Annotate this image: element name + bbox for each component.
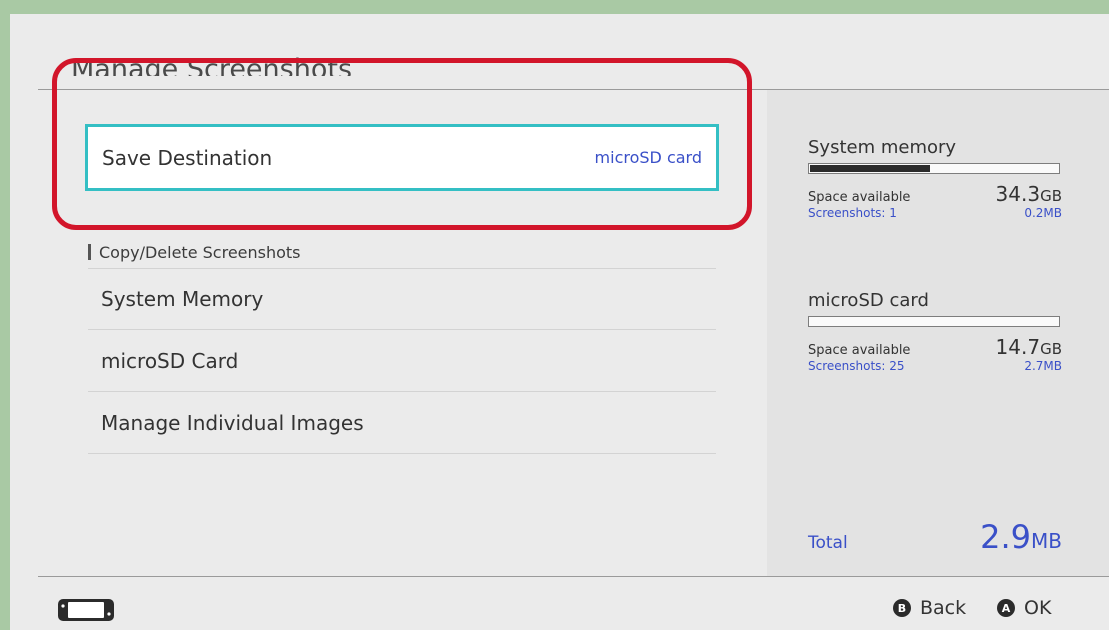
annotation-highlight-ring <box>52 58 752 230</box>
space-available-value: 14.7GB <box>995 335 1062 359</box>
space-available-label: Space available <box>808 190 911 205</box>
screen: Manage Screenshots Save Destination micr… <box>10 14 1109 630</box>
copy-delete-section-heading: Copy/Delete Screenshots <box>88 236 716 269</box>
total-value: 2.9MB <box>980 518 1062 556</box>
section-marker <box>88 244 91 260</box>
console-handheld-icon <box>58 599 114 621</box>
system-memory-usage-meter <box>808 163 1060 174</box>
space-available-value: 34.3GB <box>995 182 1062 206</box>
microsd-storage: microSD card Space available 14.7GB Scre… <box>808 290 1062 373</box>
storage-info-panel: System memory Space available 34.3GB Scr… <box>767 90 1109 576</box>
back-label: Back <box>920 597 967 619</box>
a-button-icon: A <box>997 599 1015 617</box>
total-screenshots-size: Total 2.9MB <box>808 518 1062 556</box>
storage-name: microSD card <box>808 290 929 311</box>
screenshots-size: 2.7MB <box>1024 359 1062 373</box>
microsd-usage-meter <box>808 316 1060 327</box>
menu-item-microsd-card[interactable]: microSD Card <box>88 331 716 392</box>
total-label: Total <box>808 533 848 553</box>
storage-name: System memory <box>808 137 957 158</box>
b-button-icon: B <box>893 599 911 617</box>
ok-button[interactable]: A OK <box>997 597 1051 619</box>
system-memory-storage: System memory Space available 34.3GB Scr… <box>808 137 1062 220</box>
ok-label: OK <box>1024 597 1052 619</box>
space-available-label: Space available <box>808 343 911 358</box>
section-heading-text: Copy/Delete Screenshots <box>99 242 301 262</box>
footer-divider <box>38 576 1109 577</box>
menu-item-system-memory[interactable]: System Memory <box>88 269 716 330</box>
screenshots-count: Screenshots: 1 <box>808 206 897 220</box>
back-button[interactable]: B Back <box>893 597 966 619</box>
screenshots-size: 0.2MB <box>1024 206 1062 220</box>
usage-meter-fill <box>810 165 930 172</box>
screenshots-count: Screenshots: 25 <box>808 359 905 373</box>
menu-item-manage-individual-images[interactable]: Manage Individual Images <box>88 393 716 454</box>
